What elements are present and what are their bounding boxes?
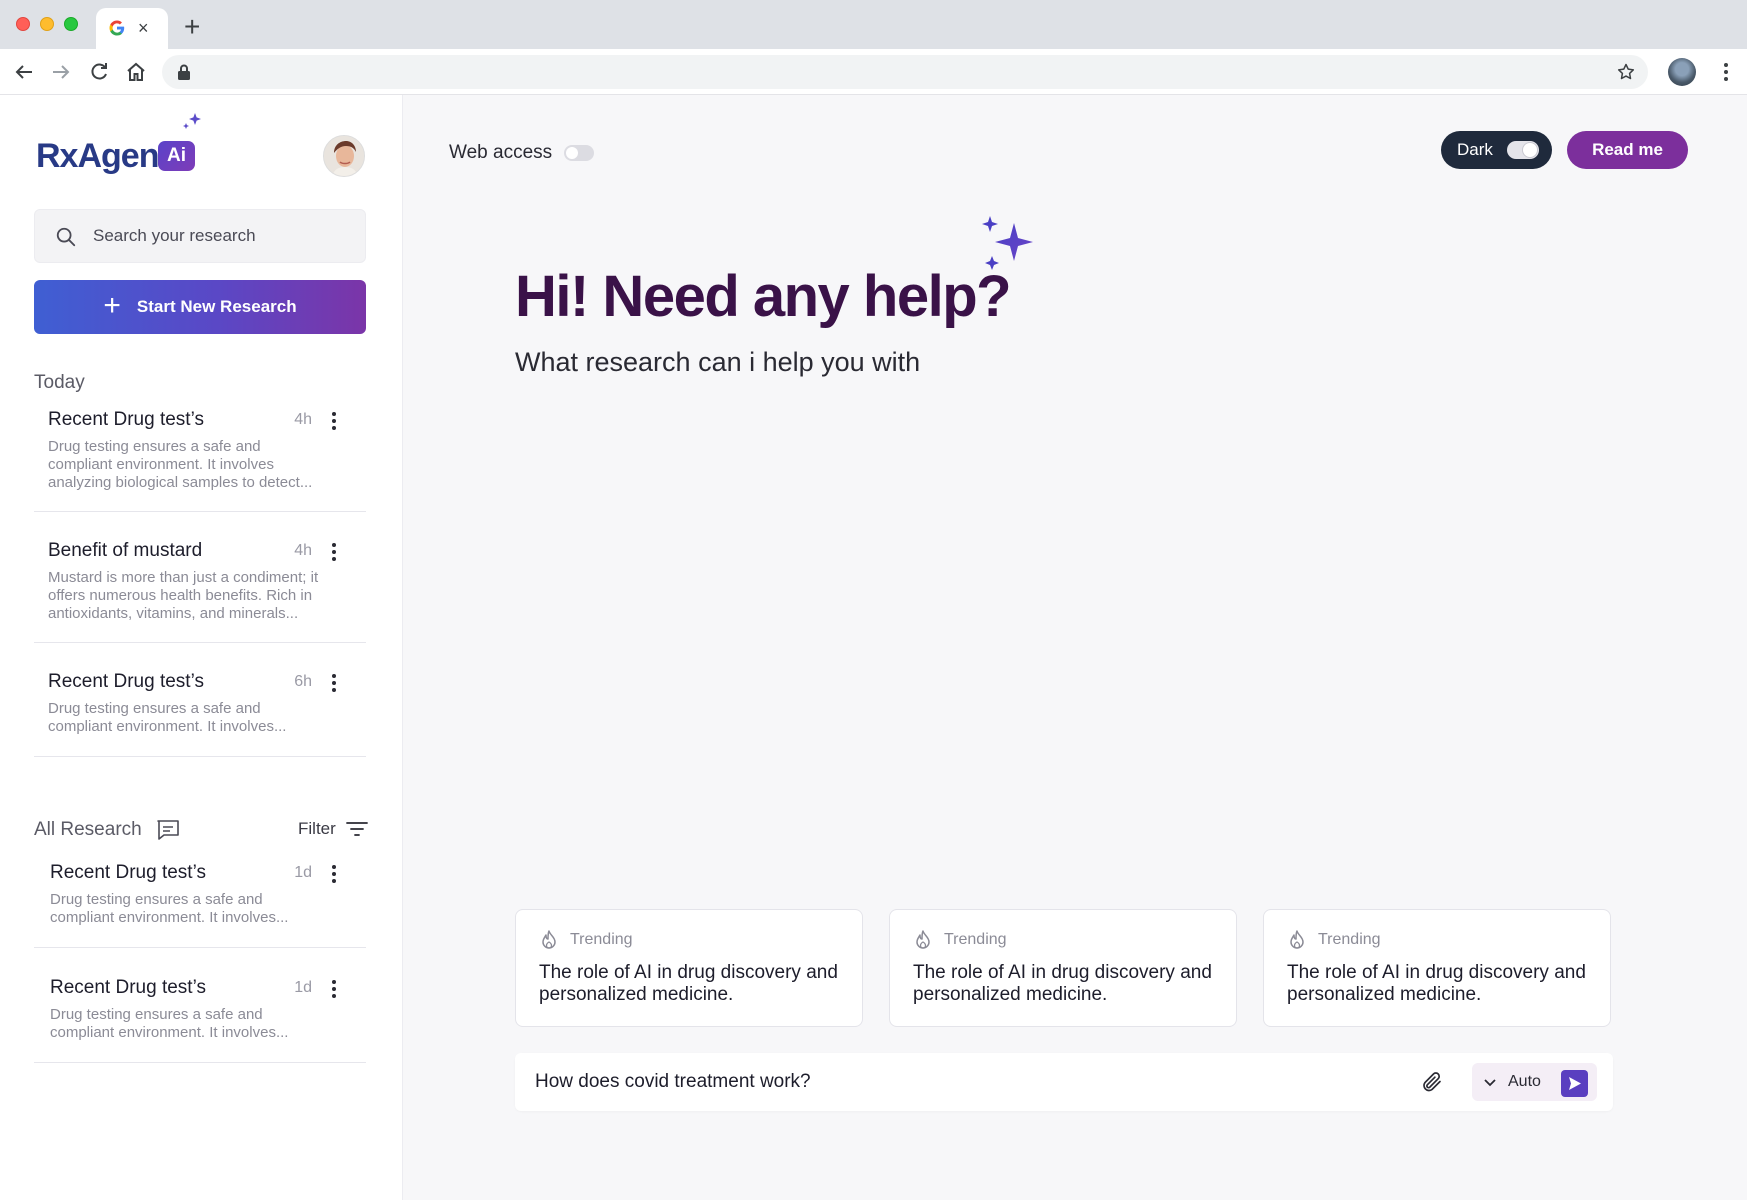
start-new-research-button[interactable]: + Start New Research	[34, 280, 366, 334]
prompt-input[interactable]	[535, 1053, 1415, 1111]
trending-text: The role of AI in drug discovery and per…	[913, 962, 1212, 1005]
sparkle-icon	[183, 113, 201, 129]
web-access-toggle[interactable]	[564, 145, 595, 161]
more-options-icon[interactable]	[324, 862, 344, 886]
research-item[interactable]: Recent Drug test’s 4h Drug testing ensur…	[34, 395, 366, 512]
plus-icon: +	[103, 288, 121, 322]
back-arrow-icon[interactable]	[12, 60, 36, 84]
search-box	[34, 209, 366, 263]
start-new-research-label: Start New Research	[136, 297, 297, 316]
web-access-label: Web access	[449, 142, 553, 163]
reload-icon[interactable]	[87, 60, 111, 84]
paperclip-icon[interactable]	[1420, 1070, 1444, 1094]
research-item-title: Recent Drug test’s	[50, 977, 206, 998]
today-section-label: Today	[34, 372, 85, 393]
more-options-icon[interactable]	[324, 540, 344, 564]
more-options-icon[interactable]	[324, 977, 344, 1001]
flame-icon	[916, 930, 930, 949]
research-item[interactable]: Recent Drug test’s 1d Drug testing ensur…	[34, 963, 366, 1063]
read-me-button[interactable]: Read me	[1567, 131, 1688, 169]
research-item-time: 4h	[294, 411, 312, 428]
research-item-description: Drug testing ensures a safe and complian…	[48, 700, 287, 735]
trending-tag: Trending	[540, 930, 633, 950]
mode-label: Auto	[1508, 1073, 1541, 1090]
window-close-button[interactable]	[16, 17, 30, 31]
research-item-description: Drug testing ensures a safe and complian…	[50, 891, 289, 926]
research-item[interactable]: Recent Drug test’s 6h Drug testing ensur…	[34, 657, 366, 757]
research-item[interactable]: Recent Drug test’s 1d Drug testing ensur…	[34, 848, 366, 948]
browser-tab[interactable]: ×	[96, 8, 168, 49]
browser-tab-bar: × +	[0, 0, 1747, 49]
research-item-time: 1d	[294, 979, 312, 996]
trending-tag: Trending	[1288, 930, 1381, 950]
all-research-header: All Research	[34, 819, 180, 841]
main-panel: Web access Dark Read me Hi! Need any hel…	[403, 95, 1747, 1200]
user-avatar-image	[324, 136, 364, 176]
search-input[interactable]	[93, 210, 353, 262]
trending-tag-label: Trending	[570, 931, 633, 948]
research-item-description: Mustard is more than just a condiment; i…	[48, 569, 319, 622]
trending-tag-label: Trending	[1318, 931, 1381, 948]
research-item-time: 6h	[294, 673, 312, 690]
forward-arrow-icon[interactable]	[49, 60, 73, 84]
trending-card[interactable]: Trending The role of AI in drug discover…	[515, 909, 863, 1027]
dark-mode-toggle[interactable]: Dark	[1441, 131, 1552, 169]
bookmark-star-icon[interactable]	[1616, 62, 1636, 82]
filter-button[interactable]: Filter	[298, 819, 368, 839]
prompt-bar: Auto	[515, 1053, 1613, 1111]
search-icon	[56, 227, 76, 247]
research-item-time: 4h	[294, 542, 312, 559]
user-avatar[interactable]	[323, 135, 365, 177]
send-icon	[1569, 1077, 1581, 1090]
research-item-description: Drug testing ensures a safe and complian…	[48, 438, 313, 491]
sparkle-icon	[982, 216, 1033, 270]
home-icon[interactable]	[124, 60, 148, 84]
google-icon	[109, 20, 125, 36]
flame-icon	[542, 930, 556, 949]
research-item-title: Recent Drug test’s	[48, 671, 204, 692]
research-item-time: 1d	[294, 864, 312, 881]
trending-text: The role of AI in drug discovery and per…	[1287, 962, 1586, 1005]
all-research-label: All Research	[34, 819, 142, 840]
new-tab-button[interactable]: +	[184, 12, 200, 42]
hero-subtitle: What research can i help you with	[515, 347, 921, 377]
trending-card[interactable]: Trending The role of AI in drug discover…	[889, 909, 1237, 1027]
web-access-control: Web access	[449, 142, 595, 164]
send-button[interactable]	[1561, 1070, 1588, 1097]
window-minimize-button[interactable]	[40, 17, 54, 31]
dark-mode-switch[interactable]	[1506, 141, 1539, 159]
research-item-title: Benefit of mustard	[48, 540, 203, 561]
research-item[interactable]: Benefit of mustard 4h Mustard is more th…	[34, 526, 366, 643]
hero-title: Hi! Need any help?	[515, 264, 1012, 329]
browser-profile-avatar[interactable]	[1668, 58, 1696, 86]
chat-icon	[156, 820, 179, 840]
sidebar: RxAgent Ai + Start New Research Tod	[0, 95, 403, 1200]
filter-label: Filter	[298, 819, 336, 838]
research-item-title: Recent Drug test’s	[48, 409, 204, 430]
dark-mode-label: Dark	[1457, 140, 1493, 159]
lock-icon	[178, 64, 190, 80]
more-options-icon[interactable]	[324, 409, 344, 433]
browser-menu-icon[interactable]	[1714, 60, 1738, 84]
address-bar[interactable]	[162, 55, 1648, 89]
trending-tag-label: Trending	[944, 931, 1007, 948]
brand-name: RxAgent	[36, 137, 170, 175]
brand-badge: Ai	[158, 141, 195, 171]
app-root: RxAgent Ai + Start New Research Tod	[0, 95, 1747, 1200]
flame-icon	[1290, 930, 1304, 949]
research-item-title: Recent Drug test’s	[50, 862, 206, 883]
chevron-down-icon	[1484, 1079, 1496, 1087]
window-maximize-button[interactable]	[64, 17, 78, 31]
trending-card[interactable]: Trending The role of AI in drug discover…	[1263, 909, 1611, 1027]
more-options-icon[interactable]	[324, 671, 344, 695]
trending-tag: Trending	[914, 930, 1007, 950]
filter-icon	[345, 822, 368, 836]
browser-toolbar	[0, 49, 1747, 95]
trending-text: The role of AI in drug discovery and per…	[539, 962, 838, 1005]
research-item-description: Drug testing ensures a safe and complian…	[50, 1006, 289, 1041]
tab-close-icon[interactable]: ×	[138, 17, 149, 39]
